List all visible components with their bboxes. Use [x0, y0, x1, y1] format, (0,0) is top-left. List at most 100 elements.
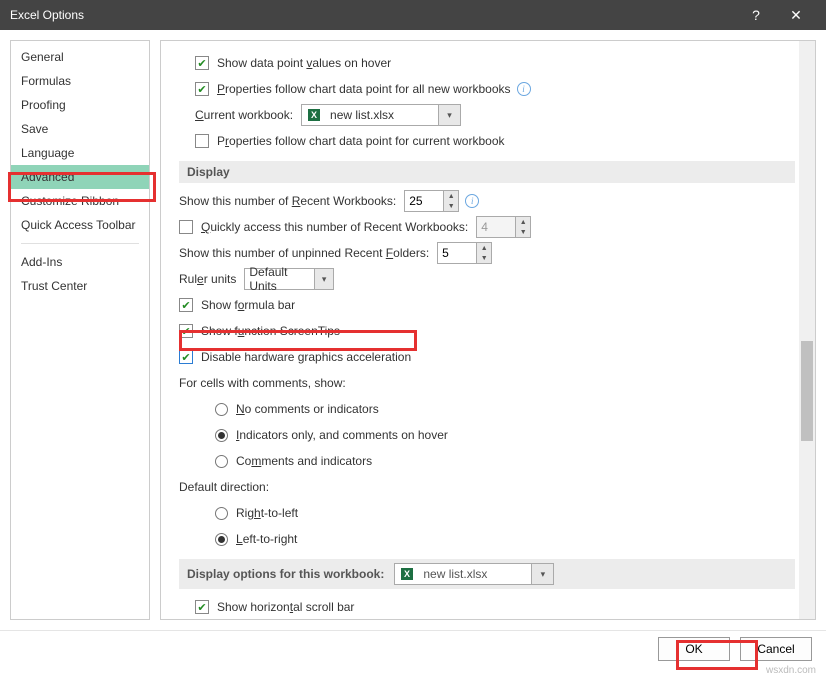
sidebar-item-general[interactable]: General [11, 45, 149, 69]
label-unpinned: Show this number of unpinned Recent Fold… [179, 246, 429, 260]
label-comments-both: Comments and indicators [236, 454, 372, 468]
sidebar: General Formulas Proofing Save Language … [10, 40, 150, 620]
label-recent-wb: Show this number of Recent Workbooks: [179, 194, 396, 208]
combo-ruler-text: Default Units [245, 265, 314, 293]
row-properties-current: Properties follow chart data point for c… [195, 129, 795, 153]
up-arrow-icon[interactable]: ▲ [444, 191, 458, 201]
input-recent-wb[interactable] [405, 191, 443, 211]
input-unpinned[interactable] [438, 243, 476, 263]
radio-comments-both[interactable] [215, 455, 228, 468]
dialog-body: General Formulas Proofing Save Language … [0, 30, 826, 630]
row-unpinned: Show this number of unpinned Recent Fold… [179, 241, 795, 265]
combo-ruler[interactable]: Default Units ▾ [244, 268, 334, 290]
label-comments: For cells with comments, show: [179, 376, 346, 390]
label-comments-indicators: Indicators only, and comments on hover [236, 428, 448, 442]
close-button[interactable]: ✕ [776, 0, 816, 30]
label-rtl: Right-to-left [236, 506, 298, 520]
radio-comments-none[interactable] [215, 403, 228, 416]
label-ruler: Ruler units [179, 272, 236, 286]
help-button[interactable]: ? [736, 0, 776, 30]
checkbox-disable-hw[interactable] [179, 350, 193, 364]
label-screentips: Show function ScreenTips [201, 324, 340, 338]
checkbox-formula-bar[interactable] [179, 298, 193, 312]
row-ltr: Left-to-right [215, 527, 795, 551]
row-rtl: Right-to-left [215, 501, 795, 525]
radio-rtl[interactable] [215, 507, 228, 520]
checkbox-quick-access[interactable] [179, 220, 193, 234]
combo-current-workbook-text: new list.xlsx [326, 108, 398, 122]
scrollbar-thumb[interactable] [801, 341, 813, 441]
row-screentips: Show function ScreenTips [179, 319, 795, 343]
row-comments-none: No comments or indicators [215, 397, 795, 421]
down-arrow-icon[interactable]: ▼ [444, 201, 458, 211]
sidebar-item-customize-ribbon[interactable]: Customize Ribbon [11, 189, 149, 213]
chevron-down-icon[interactable]: ▾ [314, 269, 334, 289]
excel-file-icon: X [399, 566, 415, 582]
titlebar: Excel Options ? ✕ [0, 0, 826, 30]
sidebar-item-formulas[interactable]: Formulas [11, 69, 149, 93]
chevron-down-icon[interactable]: ▾ [438, 105, 460, 125]
label-comments-none: No comments or indicators [236, 402, 379, 416]
spinner-recent-wb[interactable]: ▲▼ [404, 190, 459, 212]
sidebar-item-trust-center[interactable]: Trust Center [11, 274, 149, 298]
row-comments-both: Comments and indicators [215, 449, 795, 473]
checkbox-data-points-hover[interactable] [195, 56, 209, 70]
row-direction-label: Default direction: [179, 475, 795, 499]
sidebar-item-save[interactable]: Save [11, 117, 149, 141]
dialog-footer: OK Cancel [0, 630, 826, 666]
section-display: Display [179, 161, 795, 183]
svg-text:X: X [311, 110, 317, 120]
spinner-unpinned[interactable]: ▲▼ [437, 242, 492, 264]
down-arrow-icon: ▼ [516, 227, 530, 237]
window-title: Excel Options [10, 8, 736, 22]
label-direction: Default direction: [179, 480, 269, 494]
ok-button[interactable]: OK [658, 637, 730, 661]
row-formula-bar: Show formula bar [179, 293, 795, 317]
row-data-points-hover: Show data point values on hover [195, 51, 795, 75]
combo-display-wb-text: new list.xlsx [419, 567, 491, 581]
down-arrow-icon[interactable]: ▼ [477, 253, 491, 263]
row-recent-wb: Show this number of Recent Workbooks: ▲▼… [179, 189, 795, 213]
section-display-wb-label: Display options for this workbook: [187, 567, 384, 581]
section-display-wb: Display options for this workbook: X new… [179, 559, 795, 589]
chevron-down-icon[interactable]: ▾ [531, 564, 553, 584]
checkbox-properties-current[interactable] [195, 134, 209, 148]
checkbox-screentips[interactable] [179, 324, 193, 338]
row-hscroll: Show horizontal scroll bar [195, 595, 795, 619]
up-arrow-icon: ▲ [516, 217, 530, 227]
watermark: wsxdn.com [766, 665, 816, 676]
label-disable-hw: Disable hardware graphics acceleration [201, 350, 411, 364]
row-disable-hw: Disable hardware graphics acceleration [179, 345, 795, 369]
combo-display-wb[interactable]: X new list.xlsx ▾ [394, 563, 554, 585]
row-quick-access: Quickly access this number of Recent Wor… [179, 215, 795, 239]
cancel-button[interactable]: Cancel [740, 637, 812, 661]
sidebar-item-proofing[interactable]: Proofing [11, 93, 149, 117]
radio-comments-indicators[interactable] [215, 429, 228, 442]
up-arrow-icon[interactable]: ▲ [477, 243, 491, 253]
sidebar-item-language[interactable]: Language [11, 141, 149, 165]
input-quick-access [477, 217, 515, 237]
label-properties-all: Properties follow chart data point for a… [217, 82, 511, 96]
combo-current-workbook[interactable]: X new list.xlsx ▾ [301, 104, 461, 126]
label-hscroll: Show horizontal scroll bar [217, 600, 354, 614]
row-ruler: Ruler units Default Units ▾ [179, 267, 795, 291]
sidebar-separator [21, 243, 139, 244]
info-icon[interactable]: i [517, 82, 531, 96]
info-icon[interactable]: i [465, 194, 479, 208]
row-properties-all: Properties follow chart data point for a… [195, 77, 795, 101]
sidebar-item-addins[interactable]: Add-Ins [11, 250, 149, 274]
radio-ltr[interactable] [215, 533, 228, 546]
sidebar-item-advanced[interactable]: Advanced [11, 165, 149, 189]
row-current-workbook: Current workbook: X new list.xlsx ▾ [195, 103, 795, 127]
svg-text:X: X [404, 569, 410, 579]
label-data-points-hover: Show data point values on hover [217, 56, 391, 70]
checkbox-properties-all[interactable] [195, 82, 209, 96]
sidebar-item-qat[interactable]: Quick Access Toolbar [11, 213, 149, 237]
vertical-scrollbar[interactable] [799, 41, 815, 619]
spinner-quick-access: ▲▼ [476, 216, 531, 238]
label-formula-bar: Show formula bar [201, 298, 295, 312]
excel-file-icon: X [306, 107, 322, 123]
main-panel: Show data point values on hover Properti… [160, 40, 816, 620]
checkbox-hscroll[interactable] [195, 600, 209, 614]
row-comments-indicators: Indicators only, and comments on hover [215, 423, 795, 447]
